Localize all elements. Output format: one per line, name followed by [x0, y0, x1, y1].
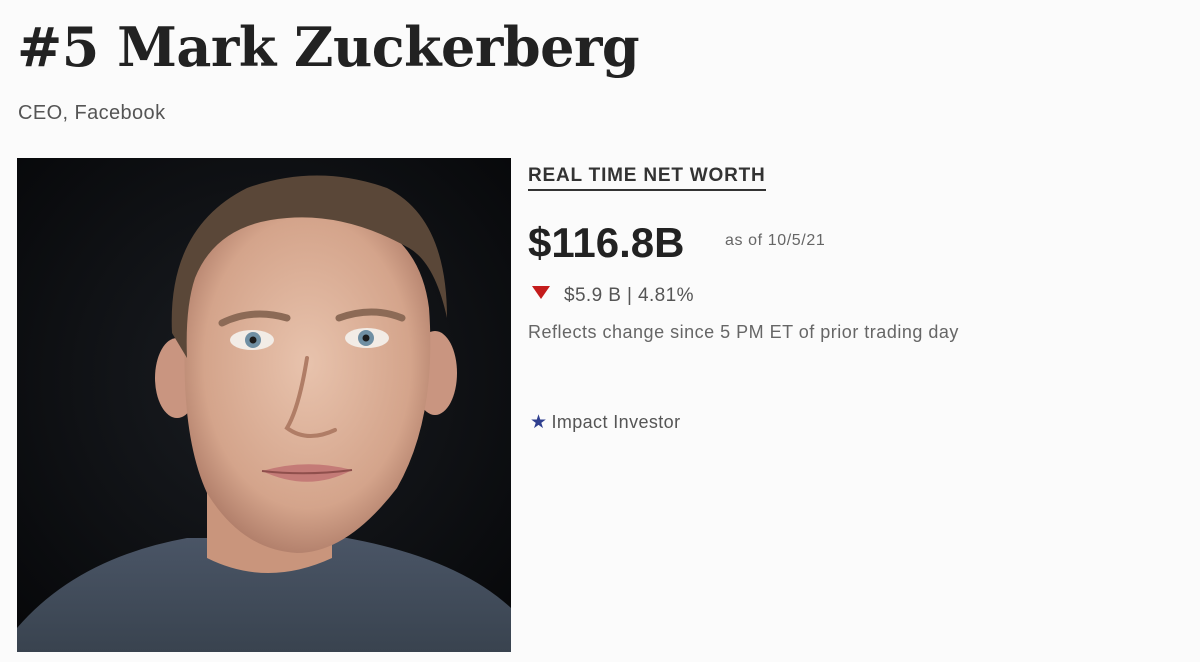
net-worth-change: $5.9 B | 4.81% [532, 284, 694, 308]
down-triangle-icon [532, 286, 550, 299]
net-worth-date: as of 10/5/21 [725, 232, 826, 249]
impact-investor-badge[interactable]: ★ Impact Investor [530, 410, 680, 435]
profile-subtitle: CEO, Facebook [18, 102, 166, 124]
page-title: #5 Mark Zuckerberg [17, 15, 640, 79]
portrait-photo [17, 158, 511, 652]
star-icon: ★ [530, 412, 548, 433]
badge-label: Impact Investor [551, 412, 681, 432]
net-worth-change-note: Reflects change since 5 PM ET of prior t… [528, 322, 959, 342]
real-time-net-worth-link[interactable]: REAL TIME NET WORTH [528, 164, 766, 191]
net-worth-change-text: $5.9 B | 4.81% [564, 285, 694, 306]
net-worth-value: $116.8B [528, 219, 685, 266]
